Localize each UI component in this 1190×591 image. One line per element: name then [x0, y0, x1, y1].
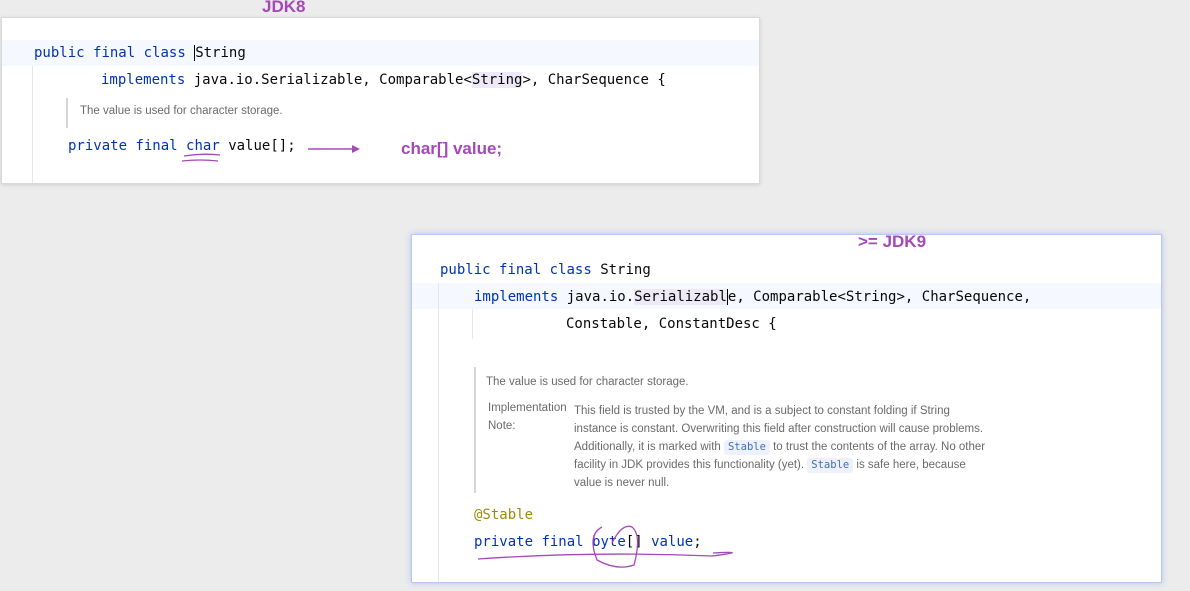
underline-stroke — [183, 153, 221, 157]
jdk9-code-panel: >= JDK9 public final class String implem… — [411, 232, 1162, 583]
handwritten-annotations-jdk8 — [181, 145, 360, 162]
circle-stroke — [592, 525, 639, 568]
jdk8-code-panel: public final class String implements jav… — [1, 17, 760, 184]
jdk8-field-annotation: char[] value; — [401, 139, 503, 158]
jdk8-label: JDK8 — [262, 0, 306, 16]
arrow-head-icon — [352, 145, 360, 153]
underline-stroke — [477, 551, 733, 560]
handwritten-annotations-jdk9 — [477, 525, 733, 568]
underline-stroke — [181, 159, 219, 162]
